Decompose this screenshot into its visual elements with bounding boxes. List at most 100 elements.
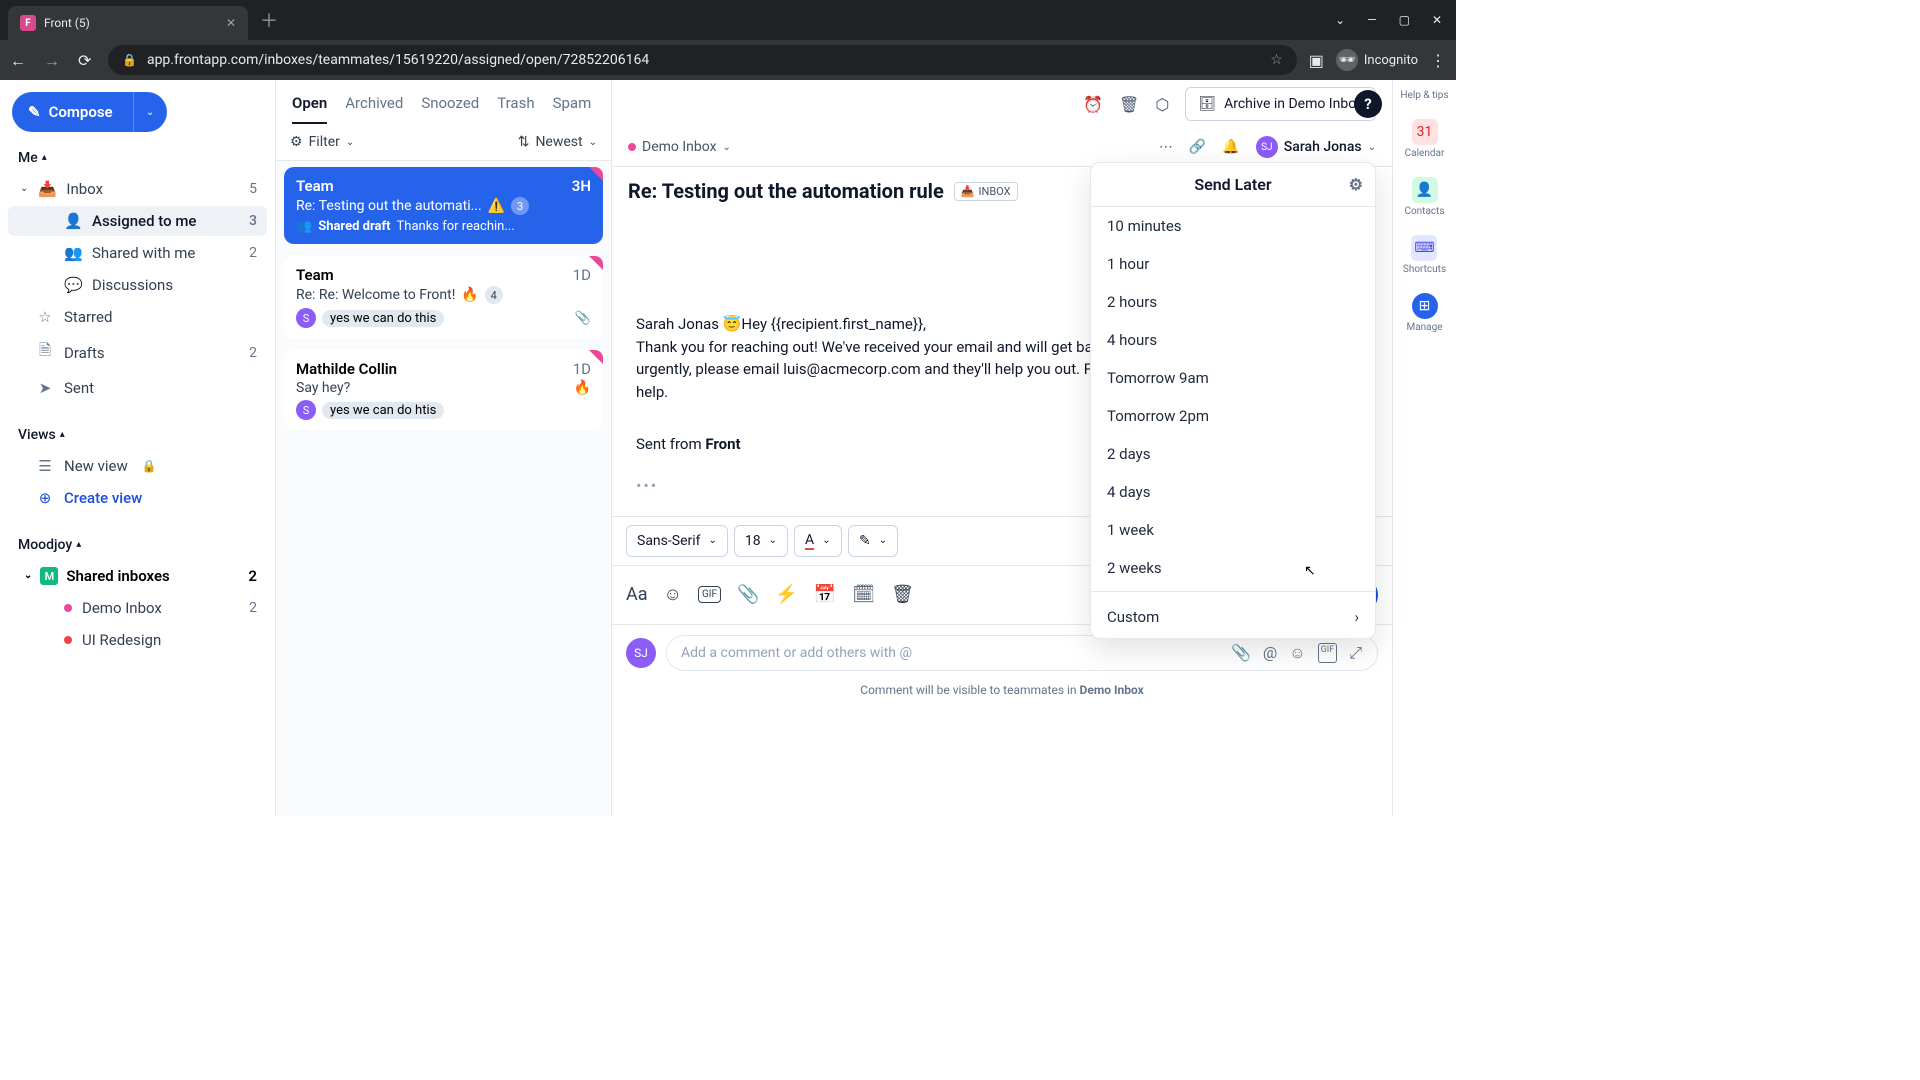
assignee-chip[interactable]: ⋯ 🔗 🔔 SJ Sarah Jonas ⌄ bbox=[1159, 136, 1376, 158]
template-icon[interactable]: 🗓 bbox=[852, 584, 875, 605]
lock-icon: 🔒 bbox=[142, 459, 157, 473]
sidebar-item-ui-redesign[interactable]: UI Redesign bbox=[8, 625, 267, 655]
calendar-insert-icon[interactable]: 📅 bbox=[814, 584, 836, 605]
filter-button[interactable]: ⚙Filter⌄ bbox=[290, 134, 354, 150]
contacts-icon: 👤 bbox=[1412, 177, 1438, 203]
star-icon[interactable]: ☆ bbox=[1270, 52, 1283, 68]
send-later-option[interactable]: 2 weeks bbox=[1091, 549, 1375, 587]
sidebar-item-shared-with-me[interactable]: 👥 Shared with me 2 bbox=[8, 238, 267, 268]
sidebar-item-label: Create view bbox=[64, 489, 142, 507]
send-later-option[interactable]: 10 minutes bbox=[1091, 207, 1375, 245]
section-moodjoy-label: Moodjoy bbox=[18, 537, 72, 553]
expand-icon[interactable]: ⤢ bbox=[1349, 643, 1362, 663]
url-box[interactable]: 🔒 app.frontapp.com/inboxes/teammates/156… bbox=[108, 45, 1297, 75]
discard-icon[interactable]: 🗑 bbox=[891, 584, 914, 605]
send-later-option[interactable]: Tomorrow 2pm bbox=[1091, 397, 1375, 435]
font-family-select[interactable]: Sans-Serif⌄ bbox=[626, 525, 728, 557]
sort-button[interactable]: ⇅Newest⌄ bbox=[518, 134, 597, 150]
send-later-option[interactable]: Tomorrow 9am bbox=[1091, 359, 1375, 397]
conversation-item[interactable]: Team1D Re: Re: Welcome to Front!🔥4 Syes … bbox=[284, 256, 603, 338]
attachment-icon[interactable]: 📎 bbox=[1231, 643, 1251, 663]
incognito-badge[interactable]: 🕶 Incognito bbox=[1336, 49, 1418, 71]
text-format-icon[interactable]: Aa bbox=[626, 584, 648, 605]
sidebar-item-starred[interactable]: ☆ Starred bbox=[8, 302, 267, 332]
close-window-icon[interactable]: ✕ bbox=[1432, 13, 1442, 27]
trash-icon[interactable]: 🗑 bbox=[1119, 95, 1139, 114]
sidebar-item-inbox[interactable]: ⌄ 📥 Inbox 5 bbox=[8, 174, 267, 204]
text-color-select[interactable]: A⌄ bbox=[794, 525, 842, 557]
send-later-option[interactable]: 4 hours bbox=[1091, 321, 1375, 359]
incognito-icon: 🕶 bbox=[1336, 49, 1358, 71]
conversation-list: Open Archived Snoozed Trash Spam ⚙Filter… bbox=[276, 80, 612, 816]
browser-tab[interactable]: F Front (5) ✕ bbox=[8, 6, 248, 40]
mention-icon[interactable]: @ bbox=[1263, 643, 1277, 663]
gear-icon[interactable]: ⚙ bbox=[1349, 175, 1363, 194]
send-later-custom[interactable]: Custom› bbox=[1091, 596, 1375, 638]
snooze-icon[interactable]: ⏰ bbox=[1083, 95, 1103, 114]
extensions-icon[interactable]: ▣ bbox=[1309, 51, 1324, 70]
attachment-icon[interactable]: 📎 bbox=[737, 584, 759, 605]
sidebar-item-create-view[interactable]: ⊕ Create view bbox=[8, 483, 267, 513]
rail-shortcuts[interactable]: ⌨Shortcuts bbox=[1403, 235, 1446, 275]
tab-spam[interactable]: Spam bbox=[553, 94, 592, 124]
sidebar-item-new-view[interactable]: ☰ New view 🔒 bbox=[8, 451, 267, 481]
maximize-icon[interactable]: ▢ bbox=[1399, 13, 1410, 27]
sidebar-item-sent[interactable]: ➤ Sent bbox=[8, 373, 267, 403]
emoji-icon[interactable]: ☺ bbox=[1289, 643, 1305, 663]
send-later-option[interactable]: 1 week bbox=[1091, 511, 1375, 549]
send-later-option[interactable]: 2 hours bbox=[1091, 283, 1375, 321]
more-icon[interactable]: ⋯ bbox=[1159, 139, 1173, 155]
archive-button[interactable]: 🗄Archive in Demo Inbox bbox=[1185, 87, 1376, 121]
incognito-label: Incognito bbox=[1364, 53, 1418, 68]
rail-contacts[interactable]: 👤Contacts bbox=[1404, 177, 1444, 217]
rail-manage[interactable]: ⊞Manage bbox=[1406, 293, 1442, 333]
sidebar-item-assigned[interactable]: 👤 Assigned to me 3 bbox=[8, 206, 267, 236]
section-moodjoy[interactable]: Moodjoy ▴ bbox=[8, 531, 267, 559]
compose-dropdown[interactable]: ⌄ bbox=[133, 92, 167, 132]
link-icon[interactable]: 🔗 bbox=[1189, 139, 1206, 155]
sidebar-item-shared-inboxes[interactable]: ⌄ M Shared inboxes 2 bbox=[8, 561, 267, 591]
tab-snoozed[interactable]: Snoozed bbox=[421, 94, 479, 124]
tab-archived[interactable]: Archived bbox=[345, 94, 403, 124]
forward-icon[interactable]: → bbox=[44, 51, 62, 69]
conversation-item[interactable]: Team3H Re: Testing out the automati...⚠️… bbox=[284, 167, 603, 244]
chrome-titlebar: F Front (5) ✕ ＋ ⌄ — ▢ ✕ bbox=[0, 0, 1456, 40]
minimize-icon[interactable]: — bbox=[1367, 13, 1376, 27]
sidebar-item-demo-inbox[interactable]: Demo Inbox 2 bbox=[8, 593, 267, 623]
chevron-down-icon[interactable]: ⌄ bbox=[1335, 13, 1345, 27]
sidebar-item-label: Drafts bbox=[64, 344, 105, 362]
section-me[interactable]: Me ▴ bbox=[8, 144, 267, 172]
conversation-item[interactable]: Mathilde Collin1D Say hey?🔥 Syes we can … bbox=[284, 350, 603, 430]
tab-trash[interactable]: Trash bbox=[497, 94, 534, 124]
gif-icon[interactable]: GIF bbox=[1318, 643, 1338, 663]
inbox-tag[interactable]: 📥INBOX bbox=[954, 182, 1018, 201]
sidebar-item-label: Assigned to me bbox=[92, 212, 196, 230]
rail-calendar[interactable]: 31Calendar bbox=[1405, 119, 1445, 159]
reload-icon[interactable]: ⟳ bbox=[78, 51, 96, 69]
gif-icon[interactable]: GIF bbox=[698, 586, 721, 603]
new-tab-button[interactable]: ＋ bbox=[260, 7, 278, 33]
quick-reply-icon[interactable]: ⚡ bbox=[775, 584, 797, 605]
font-size-select[interactable]: 18⌄ bbox=[734, 525, 788, 557]
back-icon[interactable]: ← bbox=[10, 51, 28, 69]
calendar-icon: 31 bbox=[1412, 119, 1438, 145]
highlight-select[interactable]: ✎⌄ bbox=[848, 525, 898, 557]
sidebar-item-discussions[interactable]: 💬 Discussions bbox=[8, 270, 267, 300]
compose-button[interactable]: ✎ Compose bbox=[12, 92, 133, 132]
close-tab-icon[interactable]: ✕ bbox=[226, 16, 236, 30]
sidebar-item-drafts[interactable]: 🗎 Drafts 2 bbox=[8, 334, 267, 371]
inbox-chip[interactable]: Demo Inbox⌄ bbox=[628, 139, 731, 155]
emoji-icon[interactable]: ☺ bbox=[664, 584, 682, 605]
help-fab[interactable]: ? bbox=[1354, 90, 1382, 118]
send-later-option[interactable]: 2 days bbox=[1091, 435, 1375, 473]
inbox-tag-label: INBOX bbox=[978, 185, 1010, 198]
section-views[interactable]: Views ▴ bbox=[8, 421, 267, 449]
send-later-option[interactable]: 4 days bbox=[1091, 473, 1375, 511]
send-later-option[interactable]: 1 hour bbox=[1091, 245, 1375, 283]
chrome-menu-icon[interactable]: ⋮ bbox=[1430, 51, 1446, 70]
spam-icon[interactable]: ⬡ bbox=[1155, 95, 1169, 114]
rail-help[interactable]: Help & tips bbox=[1400, 90, 1448, 101]
bell-icon[interactable]: 🔔 bbox=[1222, 139, 1239, 155]
tab-open[interactable]: Open bbox=[292, 94, 327, 124]
sort-icon: ⇅ bbox=[518, 134, 530, 150]
